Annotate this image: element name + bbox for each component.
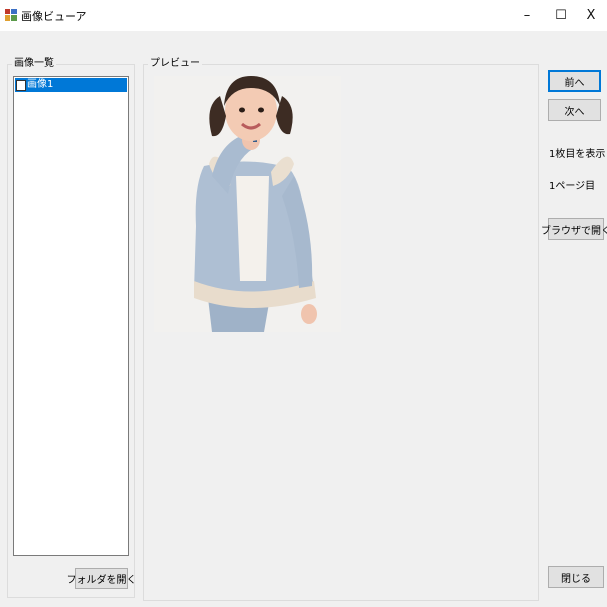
preview-group-label: プレビュー <box>148 58 202 70</box>
image-index-label: 1枚目を表示 <box>549 149 606 160</box>
open-folder-button[interactable]: フォルダを開く <box>67 568 137 589</box>
close-icon: X <box>586 8 596 23</box>
preview-image <box>154 76 341 332</box>
page-label: 1ページ目 <box>549 181 596 192</box>
list-item-label: 画像1 <box>27 79 54 90</box>
minimize-button[interactable]: – <box>510 0 544 31</box>
next-button[interactable]: 次へ <box>548 99 601 121</box>
close-button[interactable]: 閉じる <box>548 566 604 588</box>
list-item[interactable]: 画像1 <box>15 78 127 92</box>
minimize-icon: – <box>523 8 531 23</box>
maximize-icon: ☐ <box>555 8 567 23</box>
close-window-button[interactable]: X <box>574 0 607 31</box>
image-list-group-label: 画像一覧 <box>12 58 56 70</box>
child-photo <box>154 76 341 332</box>
open-in-browser-button[interactable]: ブラウザで開く <box>541 218 607 240</box>
title-bar[interactable]: 画像ビューア – ☐ X <box>0 0 607 31</box>
list-item-checkbox[interactable] <box>16 80 26 91</box>
prev-button[interactable]: 前へ <box>548 70 601 92</box>
app-icon <box>5 9 17 21</box>
image-listbox[interactable]: 画像1 <box>13 76 129 556</box>
window-title: 画像ビューア <box>21 10 87 23</box>
maximize-button[interactable]: ☐ <box>544 0 578 31</box>
